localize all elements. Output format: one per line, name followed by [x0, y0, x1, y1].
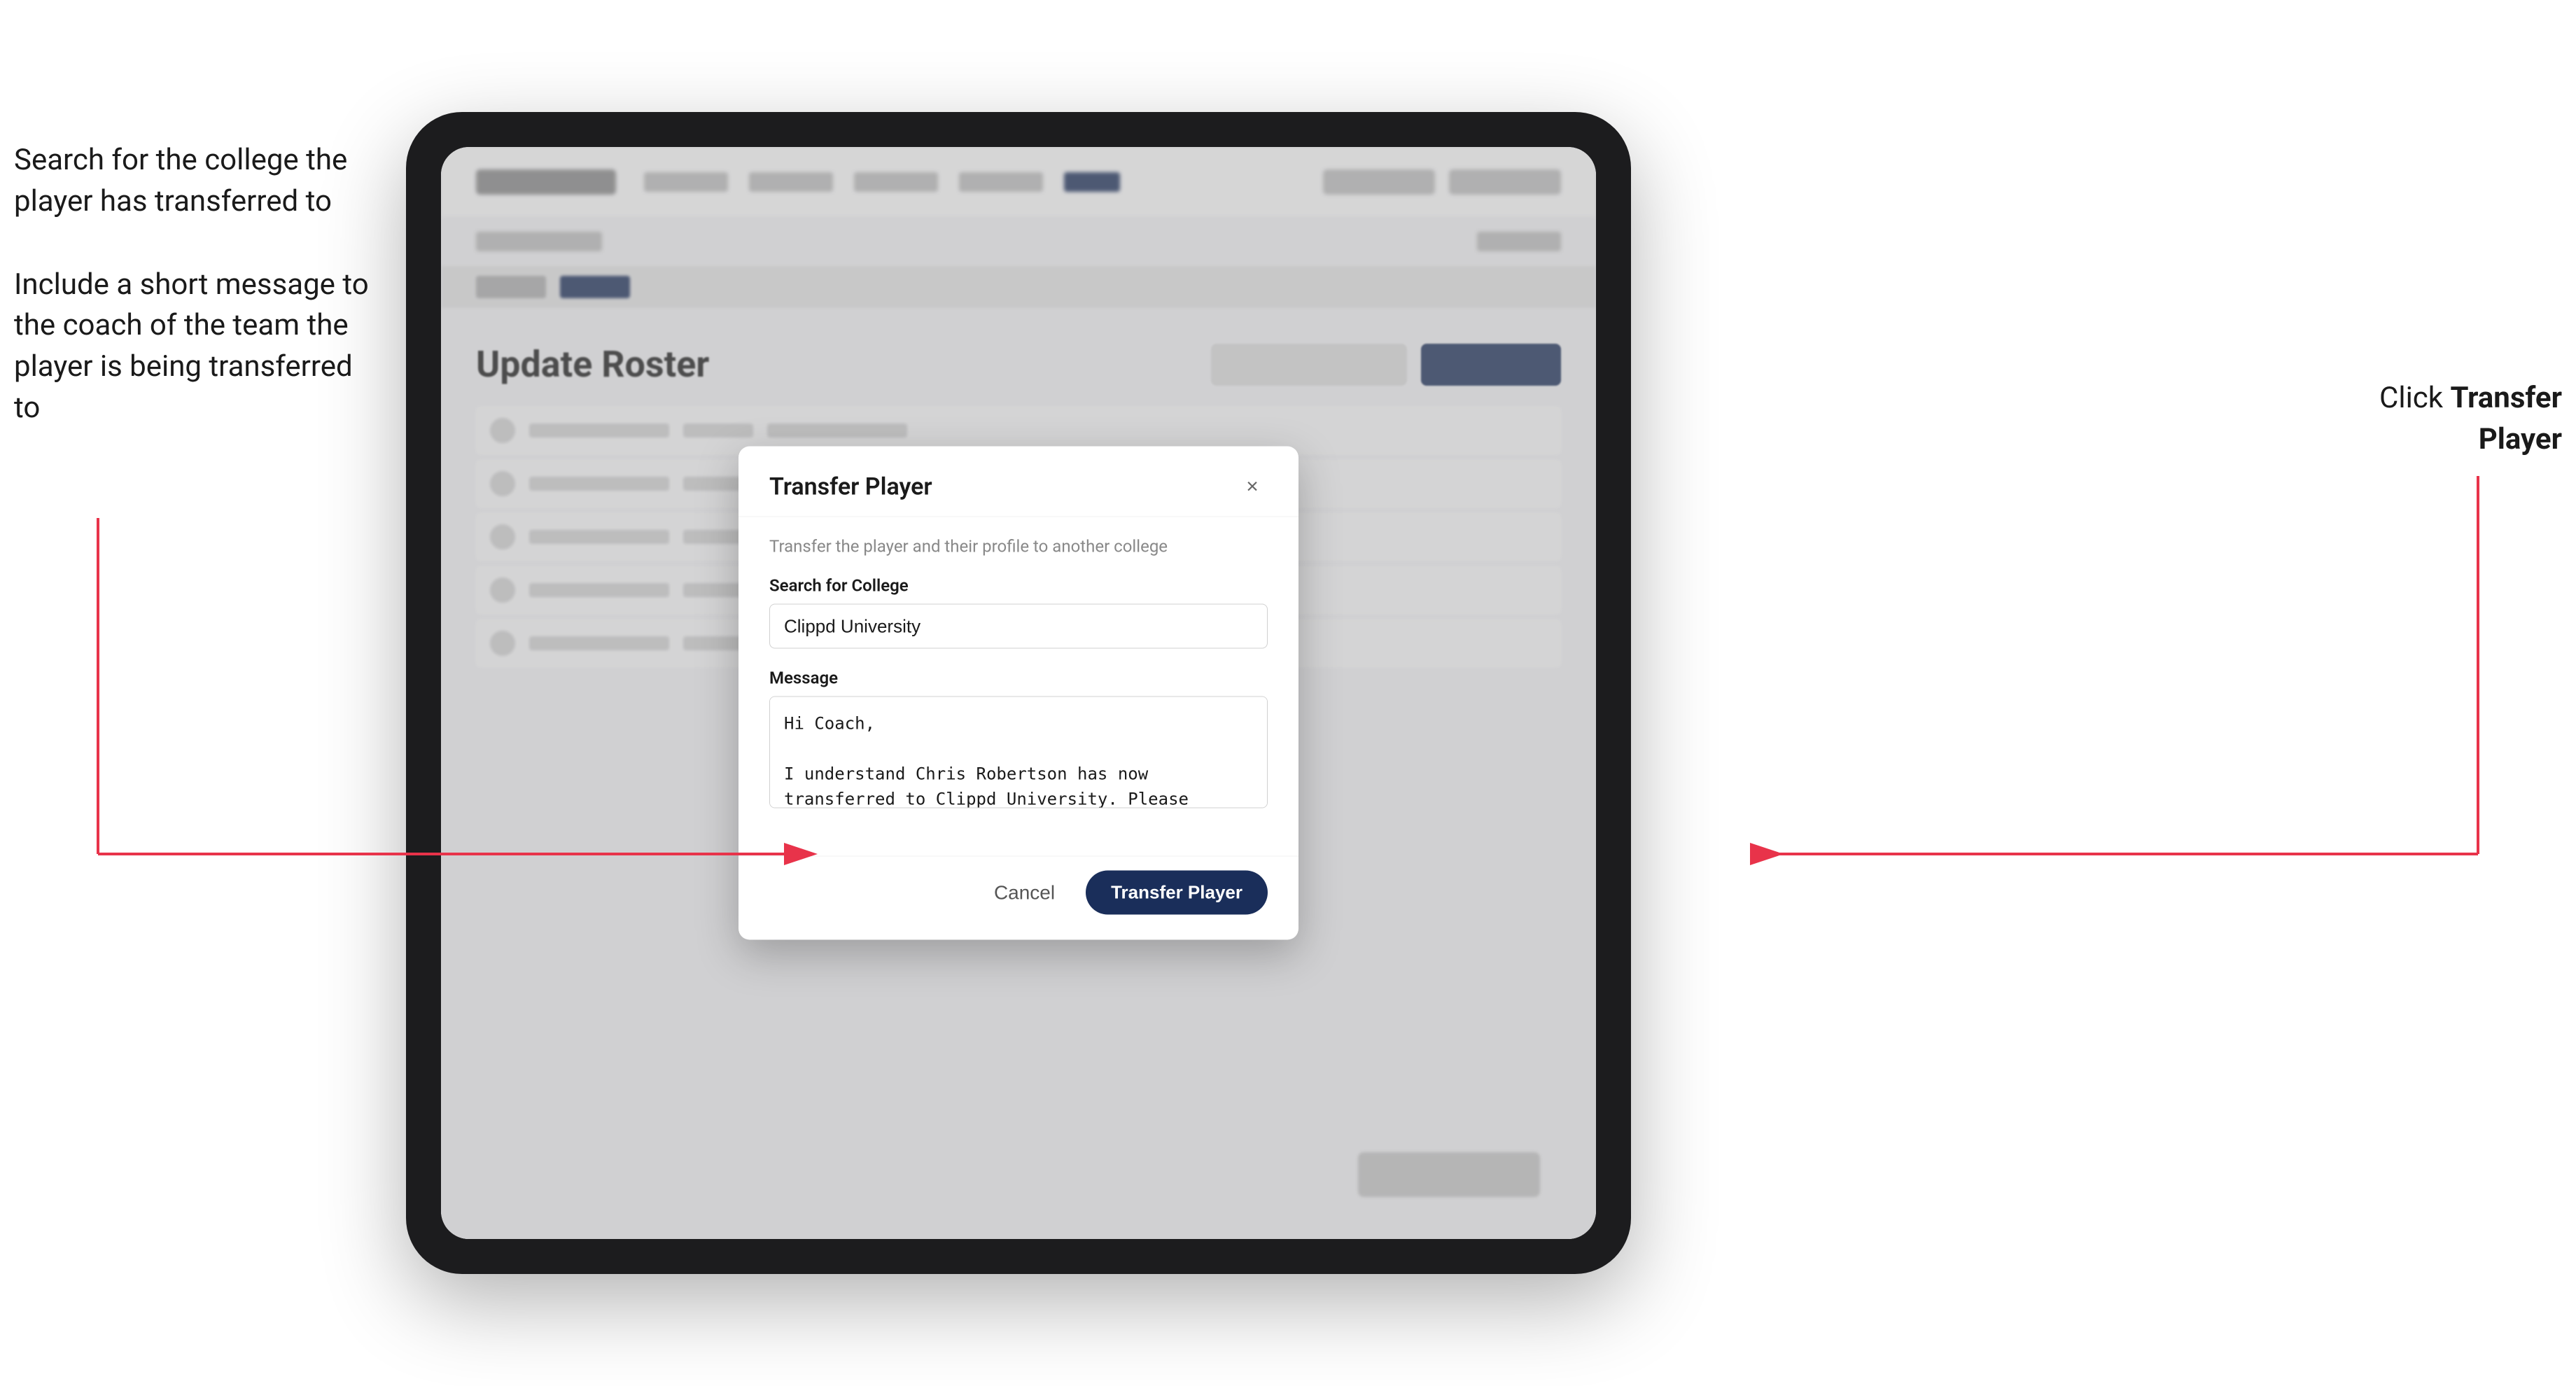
annotation-click-text: Click Transfer Player: [2296, 378, 2562, 461]
modal-close-button[interactable]: ×: [1237, 472, 1268, 503]
modal-header: Transfer Player ×: [738, 447, 1298, 517]
search-college-group: Search for College: [769, 576, 1268, 649]
message-textarea[interactable]: Hi Coach, I understand Chris Robertson h…: [769, 696, 1268, 808]
app-content: Update Roster: [441, 147, 1596, 1239]
search-college-label: Search for College: [769, 576, 1268, 596]
tablet-screen: Update Roster: [441, 147, 1596, 1239]
tablet-body: Update Roster: [406, 112, 1631, 1274]
tablet-device: Update Roster: [406, 112, 1631, 1274]
message-group: Message Hi Coach, I understand Chris Rob…: [769, 668, 1268, 811]
cancel-button[interactable]: Cancel: [980, 873, 1069, 912]
modal-body: Transfer the player and their profile to…: [738, 517, 1298, 856]
annotation-search-text: Search for the college the player has tr…: [14, 140, 378, 223]
modal-overlay: Transfer Player × Transfer the player an…: [441, 147, 1596, 1239]
search-college-input[interactable]: [769, 604, 1268, 649]
transfer-player-dialog: Transfer Player × Transfer the player an…: [738, 447, 1298, 940]
annotation-message-text: Include a short message to the coach of …: [14, 265, 378, 429]
transfer-player-button[interactable]: Transfer Player: [1086, 871, 1268, 915]
modal-title: Transfer Player: [769, 473, 932, 501]
right-annotations: Click Transfer Player: [2296, 378, 2562, 461]
left-annotations: Search for the college the player has tr…: [14, 140, 378, 471]
modal-footer: Cancel Transfer Player: [738, 856, 1298, 940]
modal-subtitle: Transfer the player and their profile to…: [769, 537, 1268, 556]
message-label: Message: [769, 668, 1268, 688]
